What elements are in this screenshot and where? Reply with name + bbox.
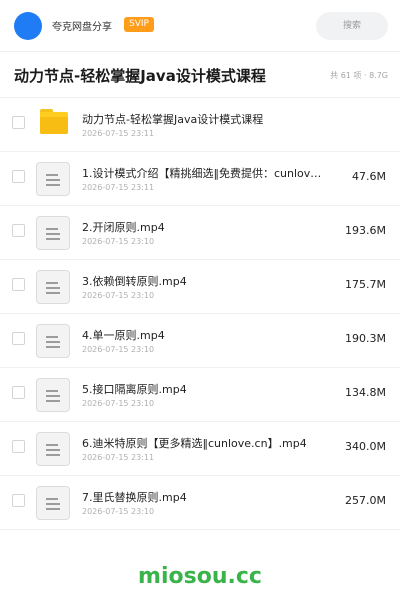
list-item[interactable]: 4.单一原则.mp4 2026-07-15 23:10 190.3M <box>0 314 400 368</box>
file-name: 2.开闭原则.mp4 <box>82 221 165 234</box>
file-name: 6.迪米特原则【更多精选‖cunlove.cn】.mp4 <box>82 437 307 450</box>
list-item[interactable]: 1.设计模式介绍【精挑细选‖免费提供：cunlove.cn】.mp4 2026-… <box>0 152 400 206</box>
share-title-row: 动力节点-轻松掌握Java设计模式课程 共 61 项 · 8.7G <box>0 52 400 98</box>
file-date: 2026-07-15 23:10 <box>82 399 155 408</box>
file-date: 2026-07-15 23:11 <box>82 183 155 192</box>
list-item[interactable]: 6.迪米特原则【更多精选‖cunlove.cn】.mp4 2026-07-15 … <box>0 422 400 476</box>
page-title: 动力节点-轻松掌握Java设计模式课程 <box>14 67 266 85</box>
file-name: 4.单一原则.mp4 <box>82 329 165 342</box>
select-checkbox[interactable] <box>12 170 25 183</box>
file-size: 190.3M <box>345 332 386 345</box>
file-icon <box>36 486 70 520</box>
file-size: 257.0M <box>345 494 386 507</box>
select-checkbox[interactable] <box>12 494 25 507</box>
file-icon <box>36 270 70 304</box>
file-size: 193.6M <box>345 224 386 237</box>
search-input[interactable]: 搜索 <box>316 12 388 40</box>
file-name: 动力节点-轻松掌握Java设计模式课程 <box>82 113 264 126</box>
file-icon <box>36 162 70 196</box>
list-item[interactable]: 7.里氏替换原则.mp4 2026-07-15 23:10 257.0M <box>0 476 400 530</box>
select-checkbox[interactable] <box>12 440 25 453</box>
file-size: 175.7M <box>345 278 386 291</box>
file-name: 1.设计模式介绍【精挑细选‖免费提供：cunlove.cn】.mp4 <box>82 167 326 180</box>
file-name: 3.依赖倒转原则.mp4 <box>82 275 187 288</box>
top-bar: 夸克网盘分享 SVIP 搜索 <box>0 0 400 52</box>
file-date: 2026-07-15 23:11 <box>82 129 155 138</box>
file-name: 5.接口隔离原则.mp4 <box>82 383 187 396</box>
file-icon <box>36 378 70 412</box>
select-checkbox[interactable] <box>12 386 25 399</box>
svip-badge[interactable]: SVIP <box>124 17 154 32</box>
file-icon <box>36 216 70 250</box>
file-size: 47.6M <box>352 170 386 183</box>
file-icon <box>36 324 70 358</box>
select-checkbox[interactable] <box>12 278 25 291</box>
file-size: 340.0M <box>345 440 386 453</box>
file-date: 2026-07-15 23:10 <box>82 345 155 354</box>
file-icon <box>36 432 70 466</box>
list-item[interactable]: 3.依赖倒转原则.mp4 2026-07-15 23:10 175.7M <box>0 260 400 314</box>
select-checkbox[interactable] <box>12 332 25 345</box>
file-date: 2026-07-15 23:10 <box>82 507 155 516</box>
file-size: 134.8M <box>345 386 386 399</box>
select-checkbox[interactable] <box>12 224 25 237</box>
list-item[interactable]: 2.开闭原则.mp4 2026-07-15 23:10 193.6M <box>0 206 400 260</box>
file-date: 2026-07-15 23:11 <box>82 453 155 462</box>
list-item[interactable]: 动力节点-轻松掌握Java设计模式课程 2026-07-15 23:11 <box>0 98 400 152</box>
brand-name: 夸克网盘分享 <box>52 22 112 33</box>
list-item[interactable]: 5.接口隔离原则.mp4 2026-07-15 23:10 134.8M <box>0 368 400 422</box>
item-summary: 共 61 项 · 8.7G <box>330 71 388 80</box>
file-name: 7.里氏替换原则.mp4 <box>82 491 187 504</box>
avatar[interactable] <box>14 12 42 40</box>
file-date: 2026-07-15 23:10 <box>82 291 155 300</box>
file-date: 2026-07-15 23:10 <box>82 237 155 246</box>
select-checkbox[interactable] <box>12 116 25 129</box>
watermark-text: miosou.cc <box>138 564 262 589</box>
folder-icon <box>40 109 68 134</box>
